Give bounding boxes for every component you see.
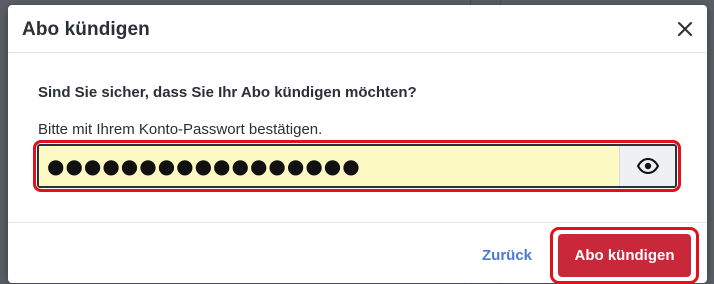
dialog-title: Abo kündigen (22, 19, 150, 40)
confirmation-question: Sind Sie sicher, dass Sie Ihr Abo kündig… (38, 84, 417, 101)
cancel-subscription-dialog: Abo kündigen Sind Sie sicher, dass Sie I… (8, 5, 707, 284)
password-hint: Bitte mit Ihrem Konto-Passwort bestätige… (38, 121, 323, 138)
eye-icon (636, 158, 659, 174)
close-icon (678, 22, 692, 36)
password-field-group (37, 144, 677, 188)
dialog-footer: Zurück Abo kündigen (8, 222, 707, 284)
dialog-body: Sind Sie sicher, dass Sie Ihr Abo kündig… (8, 53, 707, 223)
password-input[interactable] (39, 146, 619, 186)
back-link[interactable]: Zurück (482, 247, 532, 264)
cancel-subscription-button[interactable]: Abo kündigen (558, 234, 691, 277)
toggle-password-visibility-button[interactable] (619, 146, 675, 186)
close-button[interactable] (675, 19, 695, 39)
dialog-header: Abo kündigen (8, 5, 707, 53)
